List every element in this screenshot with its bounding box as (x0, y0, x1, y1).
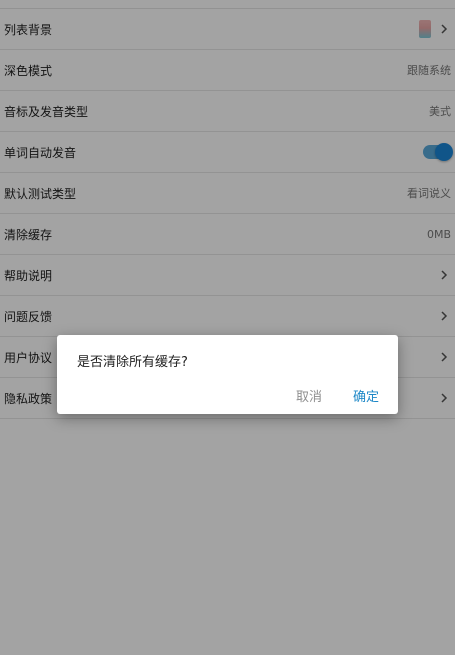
confirm-button[interactable]: 确定 (353, 386, 379, 405)
clear-cache-dialog: 是否清除所有缓存? 取消 确定 (57, 335, 398, 414)
cancel-button[interactable]: 取消 (296, 386, 322, 405)
modal-scrim[interactable] (0, 0, 455, 655)
dialog-message: 是否清除所有缓存? (77, 355, 188, 370)
